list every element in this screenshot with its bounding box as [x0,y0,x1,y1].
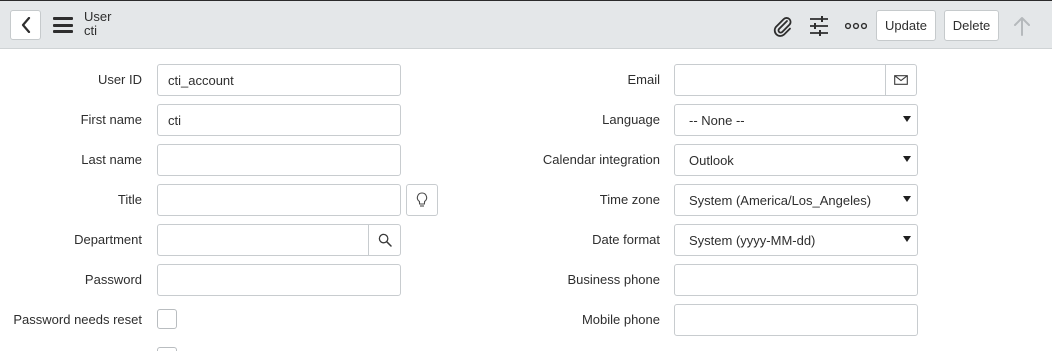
sliders-icon[interactable] [807,14,831,38]
page-title-record: cti [84,23,97,38]
language-select-value: -- None -- [689,112,745,128]
password-needs-reset-checkbox[interactable] [157,309,177,329]
title-field[interactable] [157,184,401,216]
user-id-field[interactable]: cti_account [157,64,401,96]
caret-down-icon [903,116,911,122]
form-header: User cti Update Delete [0,0,1052,49]
caret-down-icon [903,236,911,242]
password-field[interactable] [157,264,401,296]
mobile-phone-field[interactable] [674,304,918,336]
delete-button[interactable]: Delete [944,10,999,41]
first-name-label: First name [80,112,142,127]
update-button[interactable]: Update [876,10,936,41]
department-lookup-button[interactable] [368,224,401,256]
time-zone-select[interactable]: System (America/Los_Angeles) [674,184,918,216]
business-phone-field[interactable] [674,264,918,296]
search-icon [378,233,392,247]
time-zone-select-value: System (America/Los_Angeles) [689,192,872,208]
business-phone-label: Business phone [567,272,660,287]
password-label: Password [84,272,142,287]
password-needs-reset-label: Password needs reset [13,312,142,327]
language-select[interactable]: -- None -- [674,104,918,136]
date-format-select-value: System (yyyy-MM-dd) [689,232,816,248]
next-row-checkbox[interactable] [157,347,177,351]
mobile-phone-label: Mobile phone [581,312,660,327]
arrow-up-icon[interactable] [1010,14,1034,38]
email-label: Email [627,72,660,87]
date-format-select[interactable]: System (yyyy-MM-dd) [674,224,918,256]
page-title-table: User [84,9,112,24]
department-label: Department [74,232,142,247]
envelope-icon [894,75,908,85]
hamburger-icon[interactable] [53,17,73,33]
caret-down-icon [903,196,911,202]
calendar-integration-select-value: Outlook [689,152,734,168]
first-name-field[interactable]: cti [157,104,401,136]
date-format-label: Date format [592,232,660,247]
page-title: User cti [84,10,111,38]
email-field[interactable] [674,64,886,96]
arrow-down-icon[interactable] [1042,14,1052,38]
user-id-label: User ID [97,72,142,87]
calendar-integration-label: Calendar integration [542,152,660,167]
chevron-left-icon [21,17,30,33]
more-options-icon[interactable] [844,14,868,38]
title-label: Title [117,192,142,207]
lightbulb-icon [416,192,428,207]
send-email-button[interactable] [885,64,917,96]
time-zone-label: Time zone [599,192,660,207]
title-suggestion-button[interactable] [406,184,438,216]
department-field[interactable] [157,224,369,256]
last-name-label: Last name [81,152,142,167]
calendar-integration-select[interactable]: Outlook [674,144,918,176]
caret-down-icon [903,156,911,162]
back-button[interactable] [10,10,41,40]
paperclip-icon[interactable] [770,14,794,38]
last-name-field[interactable] [157,144,401,176]
language-label: Language [602,112,660,127]
